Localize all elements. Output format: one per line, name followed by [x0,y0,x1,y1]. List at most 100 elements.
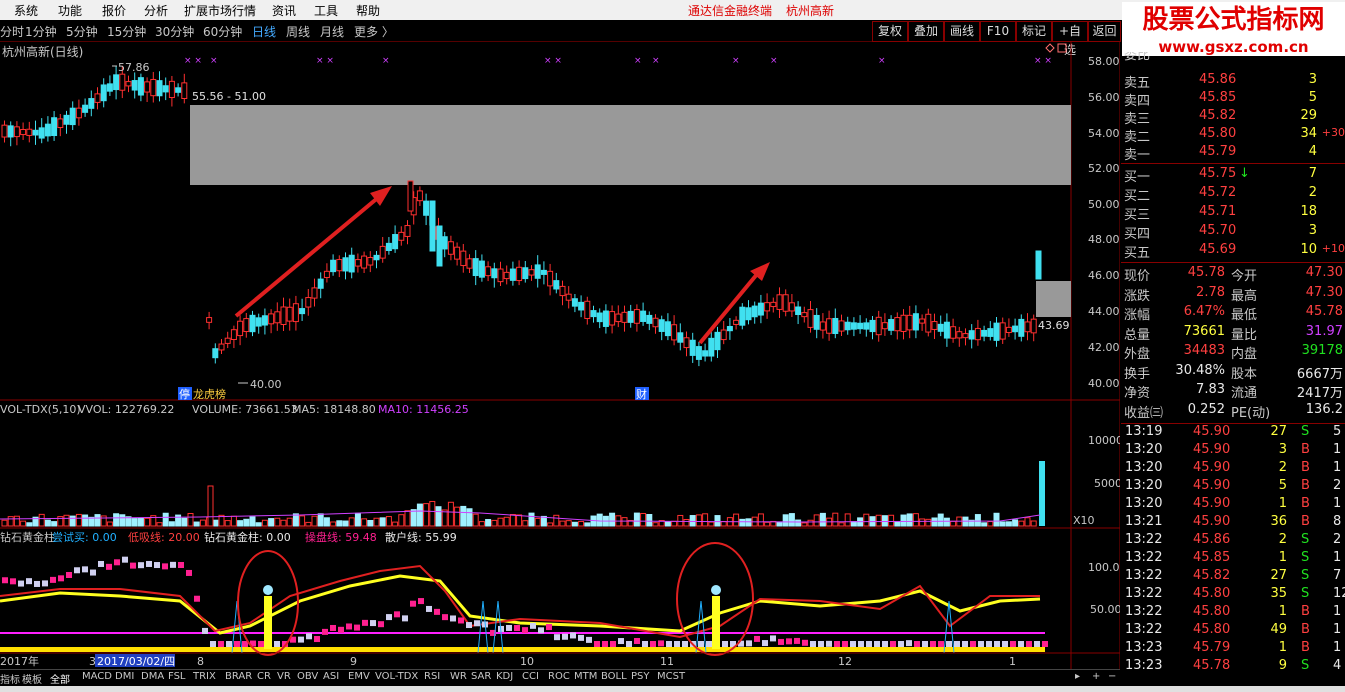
tab-wr[interactable]: WR [450,671,467,682]
candle-body [609,311,616,326]
menu-tools[interactable]: 工具 [314,2,338,19]
period-1min[interactable]: 1分钟 [25,23,57,40]
indicator-dot [978,641,984,647]
tab-mcst[interactable]: MCST [657,671,685,682]
fuquan-button[interactable]: 复权 [872,21,908,42]
tab-macd[interactable]: MACD [82,671,112,682]
indicator-dot [1010,641,1016,647]
stat-value: 73661 [1183,323,1225,339]
tab-asi[interactable]: ASI [323,671,339,682]
ask-row[interactable]: 卖二 45.80 34 +30 [1121,126,1345,145]
candle-body [274,311,281,324]
period-tick[interactable]: 分时 [0,23,24,40]
tab-all[interactable]: 全部 [50,671,70,686]
scroll-right-icon[interactable]: ▸ [1075,671,1080,682]
bid-row[interactable]: 买一 45.75 ↓ 7 [1121,166,1345,185]
indicator-dot [106,563,112,570]
period-30min[interactable]: 30分钟 [155,23,194,40]
menu-help[interactable]: 帮助 [356,2,380,19]
plus-icon[interactable]: + [1092,671,1100,682]
candle-body [218,343,225,351]
volume-bar [323,517,330,527]
tab-cr[interactable]: CR [257,671,271,682]
volume-bar [714,515,721,527]
tab-trix[interactable]: TRIX [193,671,216,682]
tab-sar[interactable]: SAR [471,671,491,682]
tab-indicator[interactable]: 指标 [0,671,20,686]
candle-body [491,268,498,279]
bid-row[interactable]: 买三 45.71 18 [1121,204,1345,223]
ask-row[interactable]: 卖四 45.85 5 [1121,90,1345,109]
tab-roc[interactable]: ROC [548,671,570,682]
tab-obv[interactable]: OBV [297,671,318,682]
tick-count: 1 [1333,460,1342,475]
tab-rsi[interactable]: RSI [424,671,440,682]
menu-analysis[interactable]: 分析 [144,2,168,19]
candle-body [1024,321,1031,333]
tab-fsl[interactable]: FSL [168,671,186,682]
period-more[interactable]: 更多 〉 [354,23,394,40]
ask-volume: 4 [1308,144,1317,159]
period-monthly[interactable]: 月线 [320,23,344,40]
candle-body [212,348,219,359]
tick-side: S [1301,424,1310,439]
volume-bar [702,513,709,527]
menu-function[interactable]: 功能 [58,2,82,19]
candle-body [726,326,733,332]
kline-chart[interactable]: 杭州高新(日线) × × × × × × × × × × × × × × × 57.86 55… [0,41,1120,669]
f10-button[interactable]: F10 [980,21,1016,42]
tab-boll[interactable]: BOLL [601,671,627,682]
ask-row[interactable]: 卖三 45.82 29 [1121,108,1345,127]
period-60min[interactable]: 60分钟 [203,23,242,40]
volume-bar [168,521,175,527]
volume-bar [416,503,423,527]
tab-brar[interactable]: BRAR [225,671,252,682]
period-5min[interactable]: 5分钟 [66,23,98,40]
minus-icon[interactable]: − [1108,671,1116,682]
menu-quote[interactable]: 报价 [102,2,126,19]
bid-row[interactable]: 买四 45.70 3 [1121,223,1345,242]
tab-mtm[interactable]: MTM [574,671,597,682]
bid-row[interactable]: 买五 45.69 10 +10 [1121,242,1345,261]
draw-button[interactable]: 画线 [944,21,980,42]
volume-bar [1039,461,1045,526]
indicator-dot [810,641,816,647]
tick-time: 13:22 [1125,550,1163,565]
mark-button[interactable]: 标记 [1016,21,1052,42]
indicator-dot [458,617,464,624]
menu-system[interactable]: 系统 [14,2,38,19]
volume-bar [1024,517,1031,527]
period-15min[interactable]: 15分钟 [107,23,146,40]
tab-psy[interactable]: PSY [631,671,650,682]
tab-vr[interactable]: VR [277,671,291,682]
candle-body [528,269,535,276]
tab-dmi[interactable]: DMI [115,671,134,682]
tick-row: 13:20 45.90 3 B 1 [1121,442,1345,460]
menu-ext-market[interactable]: 扩展市场行情 [184,2,256,19]
overlay-button[interactable]: 叠加 [908,21,944,42]
indicator-dot [362,619,368,626]
period-daily[interactable]: 日线 [252,23,276,40]
candle-body [584,300,591,319]
top-right-icon[interactable] [1045,43,1067,53]
tab-template[interactable]: 模板 [22,671,42,686]
tick-side: B [1301,496,1310,511]
menu-news[interactable]: 资讯 [272,2,296,19]
candle-body [119,73,126,91]
volume-bar [937,513,944,527]
tab-dma[interactable]: DMA [141,671,164,682]
tab-kdj[interactable]: KDJ [496,671,513,682]
candle-body [956,331,963,339]
price-tick: 54.00 [1088,127,1120,140]
period-weekly[interactable]: 周线 [286,23,310,40]
volume-bar [249,516,256,527]
date-cursor: 2017/03/02/四 [97,655,175,668]
ask-row[interactable]: 卖一 45.79 4 [1121,144,1345,163]
tab-cci[interactable]: CCI [522,671,539,682]
tab-emv[interactable]: EMV [348,671,370,682]
back-button[interactable]: 返回 [1088,21,1121,42]
ask-row[interactable]: 卖五 45.86 3 [1121,72,1345,91]
tab-vol-tdx[interactable]: VOL-TDX [375,671,418,682]
add-favorite-button[interactable]: +自选 [1052,21,1088,57]
bid-row[interactable]: 买二 45.72 2 [1121,185,1345,204]
